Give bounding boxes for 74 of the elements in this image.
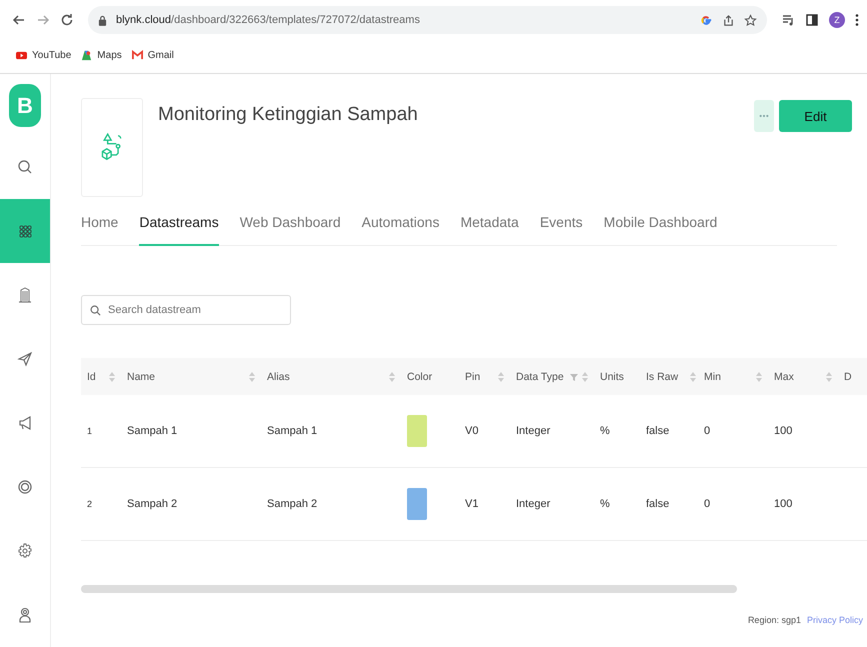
settings-icon bbox=[17, 543, 33, 560]
column-header: Data Type bbox=[516, 370, 564, 382]
paper-plane-icon bbox=[17, 351, 33, 368]
column-header: Is Raw bbox=[646, 370, 678, 382]
profile-avatar[interactable]: Z bbox=[829, 12, 845, 28]
table-cell: Integer bbox=[516, 425, 550, 437]
column-header: Alias bbox=[267, 370, 290, 382]
tab[interactable]: Datastreams bbox=[139, 210, 219, 246]
tab[interactable]: Web Dashboard bbox=[240, 210, 341, 244]
megaphone-icon bbox=[17, 415, 33, 432]
table-cell: 0 bbox=[704, 498, 710, 510]
table-cell: Sampah 2 bbox=[267, 498, 318, 510]
table-cell: V1 bbox=[465, 498, 478, 510]
mail-icon bbox=[132, 50, 143, 60]
table-cell: 0 bbox=[704, 425, 710, 437]
column-header: Color bbox=[407, 370, 432, 382]
column-header: Max bbox=[774, 370, 794, 382]
tab[interactable]: Metadata bbox=[460, 210, 519, 244]
column-header: Id bbox=[87, 370, 96, 382]
forward-icon[interactable] bbox=[36, 13, 50, 27]
search-field[interactable]: Search datastream bbox=[81, 295, 291, 325]
reload-icon[interactable] bbox=[60, 13, 74, 27]
media-icon[interactable] bbox=[781, 13, 795, 27]
menu-icon[interactable] bbox=[855, 13, 859, 27]
address-bar[interactable]: blynk.cloud/dashboard/322663/templates/727072/datastreams bbox=[88, 6, 767, 34]
building-icon bbox=[17, 287, 33, 304]
table-cell: V0 bbox=[465, 425, 478, 437]
column-header: Units bbox=[600, 370, 624, 382]
bookmark-link[interactable]: Gmail bbox=[132, 50, 174, 60]
column-header: Pin bbox=[465, 370, 480, 382]
table-cell: false bbox=[646, 425, 670, 437]
share-icon[interactable] bbox=[722, 14, 735, 26]
table-cell: 2 bbox=[87, 499, 92, 509]
play-icon bbox=[16, 50, 27, 60]
google-g-icon[interactable] bbox=[700, 14, 713, 26]
star-icon[interactable] bbox=[744, 14, 757, 26]
map-pin-icon bbox=[81, 50, 92, 60]
region-label: Region: sgp1 bbox=[748, 615, 801, 625]
table-cell: Sampah 2 bbox=[127, 498, 178, 510]
more-button[interactable] bbox=[754, 100, 774, 132]
template-title: Monitoring Ketinggian Sampah bbox=[158, 104, 419, 126]
table-cell: Sampah 1 bbox=[267, 425, 318, 437]
side-panel-icon[interactable] bbox=[805, 13, 819, 27]
user-icon bbox=[17, 607, 33, 624]
table-cell: % bbox=[600, 425, 610, 437]
grid-icon bbox=[17, 223, 33, 240]
edit-button[interactable]: Edit bbox=[779, 100, 852, 132]
table-cell: 100 bbox=[774, 498, 792, 510]
search-input[interactable]: Search datastream bbox=[106, 303, 280, 317]
lock-icon bbox=[98, 14, 107, 26]
bookmark-link[interactable]: YouTube bbox=[16, 50, 72, 60]
tab[interactable]: Automations bbox=[362, 210, 440, 244]
back-icon[interactable] bbox=[12, 13, 26, 27]
tab[interactable]: Mobile Dashboard bbox=[604, 210, 718, 244]
bookmark-link[interactable]: Maps bbox=[81, 50, 122, 60]
table-cell: 1 bbox=[87, 426, 92, 436]
more-icon bbox=[759, 114, 769, 118]
sidebar-item[interactable] bbox=[0, 199, 50, 264]
sort-filter-icon[interactable] bbox=[570, 372, 588, 382]
tab[interactable]: Events bbox=[540, 210, 583, 244]
search-icon bbox=[90, 304, 101, 316]
column-header: Min bbox=[704, 370, 721, 382]
column-header: D bbox=[844, 370, 852, 382]
search-icon bbox=[17, 159, 33, 176]
table-cell: false bbox=[646, 498, 670, 510]
table-cell: Sampah 1 bbox=[127, 425, 178, 437]
column-header: Name bbox=[127, 370, 156, 382]
tab[interactable]: Home bbox=[81, 210, 118, 244]
table-cell: % bbox=[600, 498, 610, 510]
table-cell: 100 bbox=[774, 425, 792, 437]
privacy-policy-link[interactable]: Privacy Policy bbox=[806, 615, 863, 625]
scrollbar[interactable] bbox=[81, 585, 737, 593]
lifebuoy-icon bbox=[17, 479, 33, 496]
table-cell: Integer bbox=[516, 498, 550, 510]
